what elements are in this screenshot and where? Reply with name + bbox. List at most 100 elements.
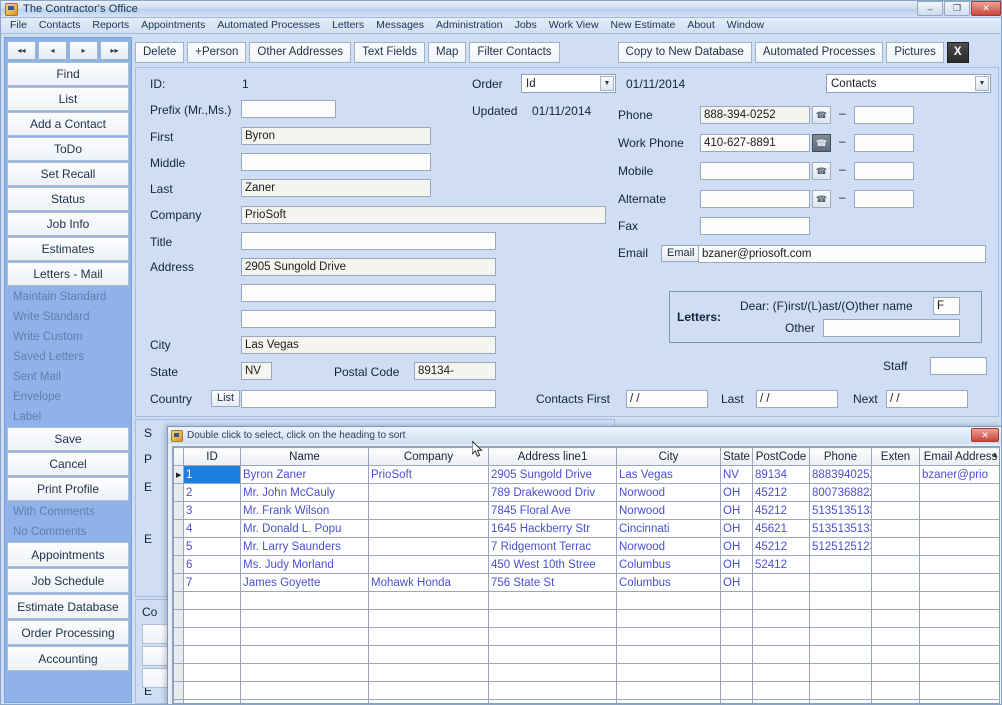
- cell-empty[interactable]: [919, 663, 999, 682]
- menu-item-work-view[interactable]: Work View: [543, 18, 605, 33]
- sidebar-link-label[interactable]: Label: [5, 407, 131, 427]
- cell-city[interactable]: Norwood: [616, 537, 721, 556]
- toolbar-pictures-button[interactable]: Pictures: [886, 41, 944, 63]
- column-header-city[interactable]: City: [616, 447, 721, 466]
- email-button[interactable]: Email: [661, 245, 701, 262]
- contacts-first-input[interactable]: / /: [626, 390, 708, 408]
- state-input[interactable]: NV: [241, 362, 272, 380]
- sidebar-button-list[interactable]: List: [7, 87, 129, 111]
- cell-company[interactable]: [368, 537, 489, 556]
- cell-empty[interactable]: [368, 681, 489, 700]
- cell-company[interactable]: [368, 519, 489, 538]
- next-contact-input[interactable]: / /: [886, 390, 968, 408]
- cell-empty[interactable]: [752, 591, 810, 610]
- country-list-button[interactable]: List: [211, 390, 241, 407]
- cell-phone[interactable]: [809, 573, 872, 592]
- table-row[interactable]: 2 Mr. John McCauly 789 Drakewood Driv Norwo…: [173, 483, 999, 502]
- cell-empty[interactable]: [488, 627, 617, 646]
- table-row-empty[interactable]: [173, 681, 999, 700]
- cell-state[interactable]: NV: [720, 465, 753, 484]
- cell-empty[interactable]: [720, 591, 753, 610]
- cell-empty[interactable]: [240, 627, 369, 646]
- cell-empty[interactable]: [809, 663, 872, 682]
- column-header-id[interactable]: ID: [183, 447, 241, 466]
- cell-empty[interactable]: [368, 663, 489, 682]
- cell-exten[interactable]: [871, 573, 920, 592]
- cell-empty[interactable]: [183, 663, 241, 682]
- toolbar-other-addresses-button[interactable]: Other Addresses: [249, 41, 352, 63]
- sidebar-button-add-a-contact[interactable]: Add a Contact: [7, 112, 129, 136]
- cell-empty[interactable]: [720, 627, 753, 646]
- cell-empty[interactable]: [752, 645, 810, 664]
- cell-name[interactable]: James Goyette: [240, 573, 369, 592]
- cell-empty[interactable]: [720, 645, 753, 664]
- title-input[interactable]: [241, 232, 496, 250]
- cell-exten[interactable]: [871, 555, 920, 574]
- sidebar-link-write-standard[interactable]: Write Standard: [5, 307, 131, 327]
- column-header-email-address[interactable]: Email Address ▲: [919, 447, 999, 466]
- cell-empty[interactable]: [183, 681, 241, 700]
- cell-city[interactable]: Columbus: [616, 555, 721, 574]
- cell-empty[interactable]: [368, 645, 489, 664]
- cell-address[interactable]: 756 State St: [488, 573, 617, 592]
- cell-empty[interactable]: [871, 591, 920, 610]
- sidebar-button-accounting[interactable]: Accounting: [7, 646, 129, 671]
- cell-state[interactable]: OH: [720, 501, 753, 520]
- cell-phone[interactable]: 8007368822: [809, 483, 872, 502]
- cell-postcode[interactable]: 89134: [752, 465, 810, 484]
- dear-input[interactable]: F: [933, 297, 960, 315]
- cell-phone[interactable]: 5135135133: [809, 519, 872, 538]
- nav-first-button[interactable]: ◂◂: [7, 41, 36, 60]
- sidebar-link-envelope[interactable]: Envelope: [5, 387, 131, 407]
- cell-empty[interactable]: [720, 681, 753, 700]
- cell-empty[interactable]: [809, 645, 872, 664]
- email-input[interactable]: bzaner@priosoft.com: [698, 245, 986, 263]
- table-row[interactable]: 3 Mr. Frank Wilson 7845 Floral Ave Norwood O…: [173, 501, 999, 520]
- cell-state[interactable]: OH: [720, 483, 753, 502]
- cell-empty[interactable]: [752, 681, 810, 700]
- sidebar-button-job-info[interactable]: Job Info: [7, 212, 129, 236]
- mobile-dial-icon[interactable]: ☎: [812, 162, 831, 180]
- cell-id[interactable]: 4: [183, 519, 241, 538]
- middle-input[interactable]: [241, 153, 431, 171]
- cell-id[interactable]: 6: [183, 555, 241, 574]
- chevron-down-icon-2[interactable]: ▼: [975, 76, 989, 91]
- cell-empty[interactable]: [720, 663, 753, 682]
- cell-empty[interactable]: [919, 609, 999, 628]
- cell-empty[interactable]: [720, 609, 753, 628]
- cell-city[interactable]: Columbus: [616, 573, 721, 592]
- popup-close-button[interactable]: ✕: [971, 428, 999, 442]
- toolbar-text-fields-button[interactable]: Text Fields: [354, 41, 426, 63]
- cell-postcode[interactable]: 45212: [752, 483, 810, 502]
- cell-empty[interactable]: [919, 627, 999, 646]
- cell-empty[interactable]: [871, 627, 920, 646]
- cell-empty[interactable]: [809, 681, 872, 700]
- cell-empty[interactable]: [720, 699, 753, 703]
- sidebar-button-save[interactable]: Save: [7, 427, 129, 451]
- cell-exten[interactable]: [871, 519, 920, 538]
- cell-id[interactable]: 5: [183, 537, 241, 556]
- cell-email[interactable]: [919, 573, 999, 592]
- cell-empty[interactable]: [809, 609, 872, 628]
- sidebar-link-write-custom[interactable]: Write Custom: [5, 327, 131, 347]
- cell-postcode[interactable]: [752, 573, 810, 592]
- cell-email[interactable]: [919, 483, 999, 502]
- cell-postcode[interactable]: 52412: [752, 555, 810, 574]
- cell-empty[interactable]: [488, 591, 617, 610]
- cell-empty[interactable]: [240, 645, 369, 664]
- menu-item-jobs[interactable]: Jobs: [509, 18, 543, 33]
- mobile-ext-input[interactable]: [854, 162, 914, 180]
- cell-empty[interactable]: [616, 699, 721, 703]
- menu-item-appointments[interactable]: Appointments: [135, 18, 211, 33]
- toolbar-map-button[interactable]: Map: [428, 41, 467, 63]
- cell-empty[interactable]: [871, 681, 920, 700]
- work-phone-dial-icon[interactable]: ☎: [812, 134, 831, 152]
- address-line3-input[interactable]: [241, 310, 496, 328]
- toolbar-delete-button[interactable]: Delete: [135, 41, 185, 63]
- menu-item-letters[interactable]: Letters: [326, 18, 370, 33]
- cell-state[interactable]: OH: [720, 573, 753, 592]
- cell-address[interactable]: 7845 Floral Ave: [488, 501, 617, 520]
- cell-phone[interactable]: 8883940252: [809, 465, 872, 484]
- last-contact-input[interactable]: / /: [756, 390, 838, 408]
- company-input[interactable]: PrioSoft: [241, 206, 606, 224]
